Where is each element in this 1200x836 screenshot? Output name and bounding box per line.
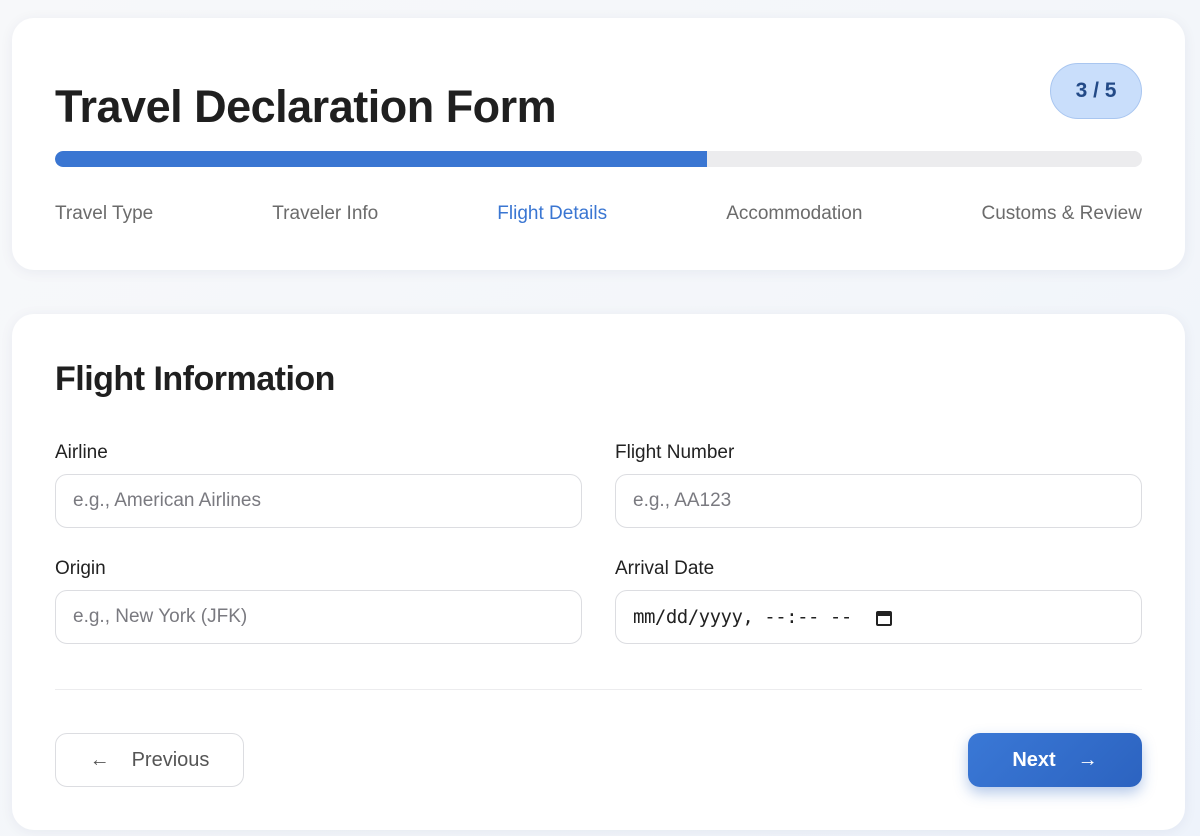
form-card: Flight Information Airline Flight Number… — [12, 314, 1185, 830]
airline-field-group: Airline — [55, 442, 582, 528]
progress-card: Travel Declaration Form 3 / 5 Travel Typ… — [12, 18, 1185, 270]
progress-bar-fill — [55, 151, 708, 167]
arrow-right-icon: → — [1077, 749, 1098, 771]
origin-field-group: Origin — [55, 558, 582, 644]
previous-button-label: Previous — [131, 748, 210, 771]
arrival-date-field-group: Arrival Date mm/dd/yyyy, --:-- -- — [615, 558, 1142, 644]
divider — [55, 689, 1142, 690]
origin-label: Origin — [55, 558, 106, 579]
airline-label: Airline — [55, 442, 108, 463]
arrival-date-placeholder: mm/dd/yyyy, --:-- -- — [633, 606, 852, 628]
airline-input[interactable] — [55, 474, 582, 528]
step-accommodation[interactable]: Accommodation — [726, 203, 862, 225]
step-traveler-info[interactable]: Traveler Info — [272, 203, 378, 225]
progress-bar — [55, 151, 1142, 167]
arrival-date-input[interactable]: mm/dd/yyyy, --:-- -- — [615, 590, 1142, 644]
page-title: Travel Declaration Form — [55, 81, 557, 132]
section-title: Flight Information — [55, 360, 335, 398]
step-indicator-badge: 3 / 5 — [1050, 63, 1142, 119]
step-travel-type[interactable]: Travel Type — [55, 203, 153, 225]
step-list: Travel Type Traveler Info Flight Details… — [55, 203, 1142, 225]
origin-input[interactable] — [55, 590, 582, 644]
step-flight-details[interactable]: Flight Details — [497, 203, 607, 225]
flight-number-field-group: Flight Number — [615, 442, 1142, 528]
arrival-date-label: Arrival Date — [615, 558, 715, 579]
next-button[interactable]: Next → — [968, 733, 1142, 787]
calendar-icon[interactable] — [875, 609, 892, 626]
flight-number-input[interactable] — [615, 474, 1142, 528]
step-customs-review[interactable]: Customs & Review — [981, 203, 1142, 225]
flight-number-label: Flight Number — [615, 442, 735, 463]
next-button-label: Next — [1012, 748, 1056, 771]
arrow-left-icon: ← — [89, 749, 110, 771]
previous-button[interactable]: ← Previous — [55, 733, 244, 787]
